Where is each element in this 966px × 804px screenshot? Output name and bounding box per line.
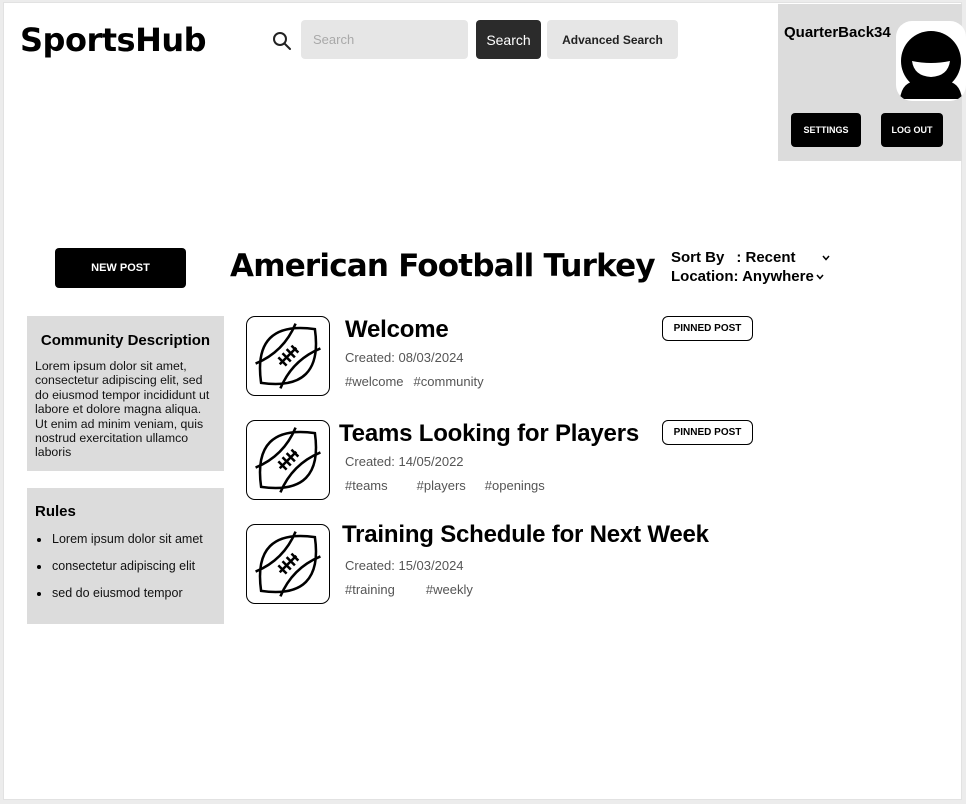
post-created-date: Created: 14/05/2022 bbox=[345, 454, 464, 469]
post-tags: #teams #players #openings bbox=[345, 478, 545, 493]
search-icon[interactable] bbox=[272, 31, 292, 51]
user-avatar-icon bbox=[900, 31, 962, 99]
site-logo[interactable]: SportsHub bbox=[20, 21, 207, 59]
post-created-date: Created: 08/03/2024 bbox=[345, 350, 464, 365]
post-tag[interactable]: #weekly bbox=[426, 582, 473, 597]
post-title[interactable]: Training Schedule for Next Week bbox=[342, 521, 709, 549]
sort-dropdown[interactable]: Sort By : Recent bbox=[671, 249, 830, 266]
settings-button[interactable]: SETTINGS bbox=[791, 113, 861, 147]
post-tag[interactable]: #openings bbox=[485, 478, 545, 493]
community-description-panel: Community Description Lorem ipsum dolor … bbox=[27, 316, 224, 471]
avatar[interactable] bbox=[896, 21, 966, 101]
community-title: American Football Turkey bbox=[230, 248, 656, 284]
chevron-down-icon bbox=[821, 255, 830, 261]
rules-list: Lorem ipsum dolor sit amet consectetur a… bbox=[35, 532, 216, 613]
football-icon bbox=[255, 531, 321, 597]
username[interactable]: QuarterBack34 bbox=[784, 24, 891, 41]
post-created-date: Created: 15/03/2024 bbox=[345, 558, 464, 573]
logout-button[interactable]: LOG OUT bbox=[881, 113, 943, 147]
post-card[interactable]: Training Schedule for Next Week Created:… bbox=[246, 521, 806, 608]
post-tags: #welcome #community bbox=[345, 374, 484, 389]
pinned-post-badge: PINNED POST bbox=[662, 420, 753, 445]
advanced-search-button[interactable]: Advanced Search bbox=[547, 20, 678, 59]
rule-item: sed do eiusmod tempor bbox=[35, 586, 216, 613]
football-icon bbox=[255, 427, 321, 493]
rule-item: consectetur adipiscing elit bbox=[35, 559, 216, 586]
post-tag[interactable]: #training bbox=[345, 582, 395, 597]
post-card[interactable]: Teams Looking for Players PINNED POST Cr… bbox=[246, 420, 806, 504]
post-tag[interactable]: #welcome bbox=[345, 374, 404, 389]
search-input[interactable] bbox=[301, 20, 468, 59]
description-text: Lorem ipsum dolor sit amet, consectetur … bbox=[35, 359, 210, 460]
description-heading: Community Description bbox=[40, 332, 211, 349]
sort-label: Sort By bbox=[671, 249, 725, 266]
sort-value: : Recent bbox=[736, 249, 796, 266]
page: SportsHub Search Advanced Search Quarter… bbox=[3, 2, 966, 800]
location-value: Location: Anywhere bbox=[671, 268, 814, 285]
rule-item: Lorem ipsum dolor sit amet bbox=[35, 532, 216, 559]
post-card[interactable]: Welcome PINNED POST Created: 08/03/2024 … bbox=[246, 316, 806, 400]
football-icon bbox=[255, 323, 321, 389]
search-button[interactable]: Search bbox=[476, 20, 541, 59]
post-thumbnail[interactable] bbox=[246, 524, 330, 604]
user-panel: QuarterBack34 SETTINGS LOG OUT bbox=[778, 4, 966, 161]
new-post-button[interactable]: NEW POST bbox=[55, 248, 186, 288]
post-tags: #training #weekly bbox=[345, 582, 473, 597]
post-title[interactable]: Teams Looking for Players bbox=[339, 420, 639, 448]
post-tag[interactable]: #players bbox=[417, 478, 466, 493]
rules-heading: Rules bbox=[35, 503, 76, 520]
post-thumbnail[interactable] bbox=[246, 316, 330, 396]
post-title[interactable]: Welcome bbox=[345, 316, 449, 344]
rules-panel: Rules Lorem ipsum dolor sit amet consect… bbox=[27, 488, 224, 624]
post-thumbnail[interactable] bbox=[246, 420, 330, 500]
post-tag[interactable]: #community bbox=[414, 374, 484, 389]
pinned-post-badge: PINNED POST bbox=[662, 316, 753, 341]
location-dropdown[interactable]: Location: Anywhere bbox=[671, 268, 824, 285]
post-tag[interactable]: #teams bbox=[345, 478, 388, 493]
chevron-down-icon bbox=[816, 274, 824, 280]
